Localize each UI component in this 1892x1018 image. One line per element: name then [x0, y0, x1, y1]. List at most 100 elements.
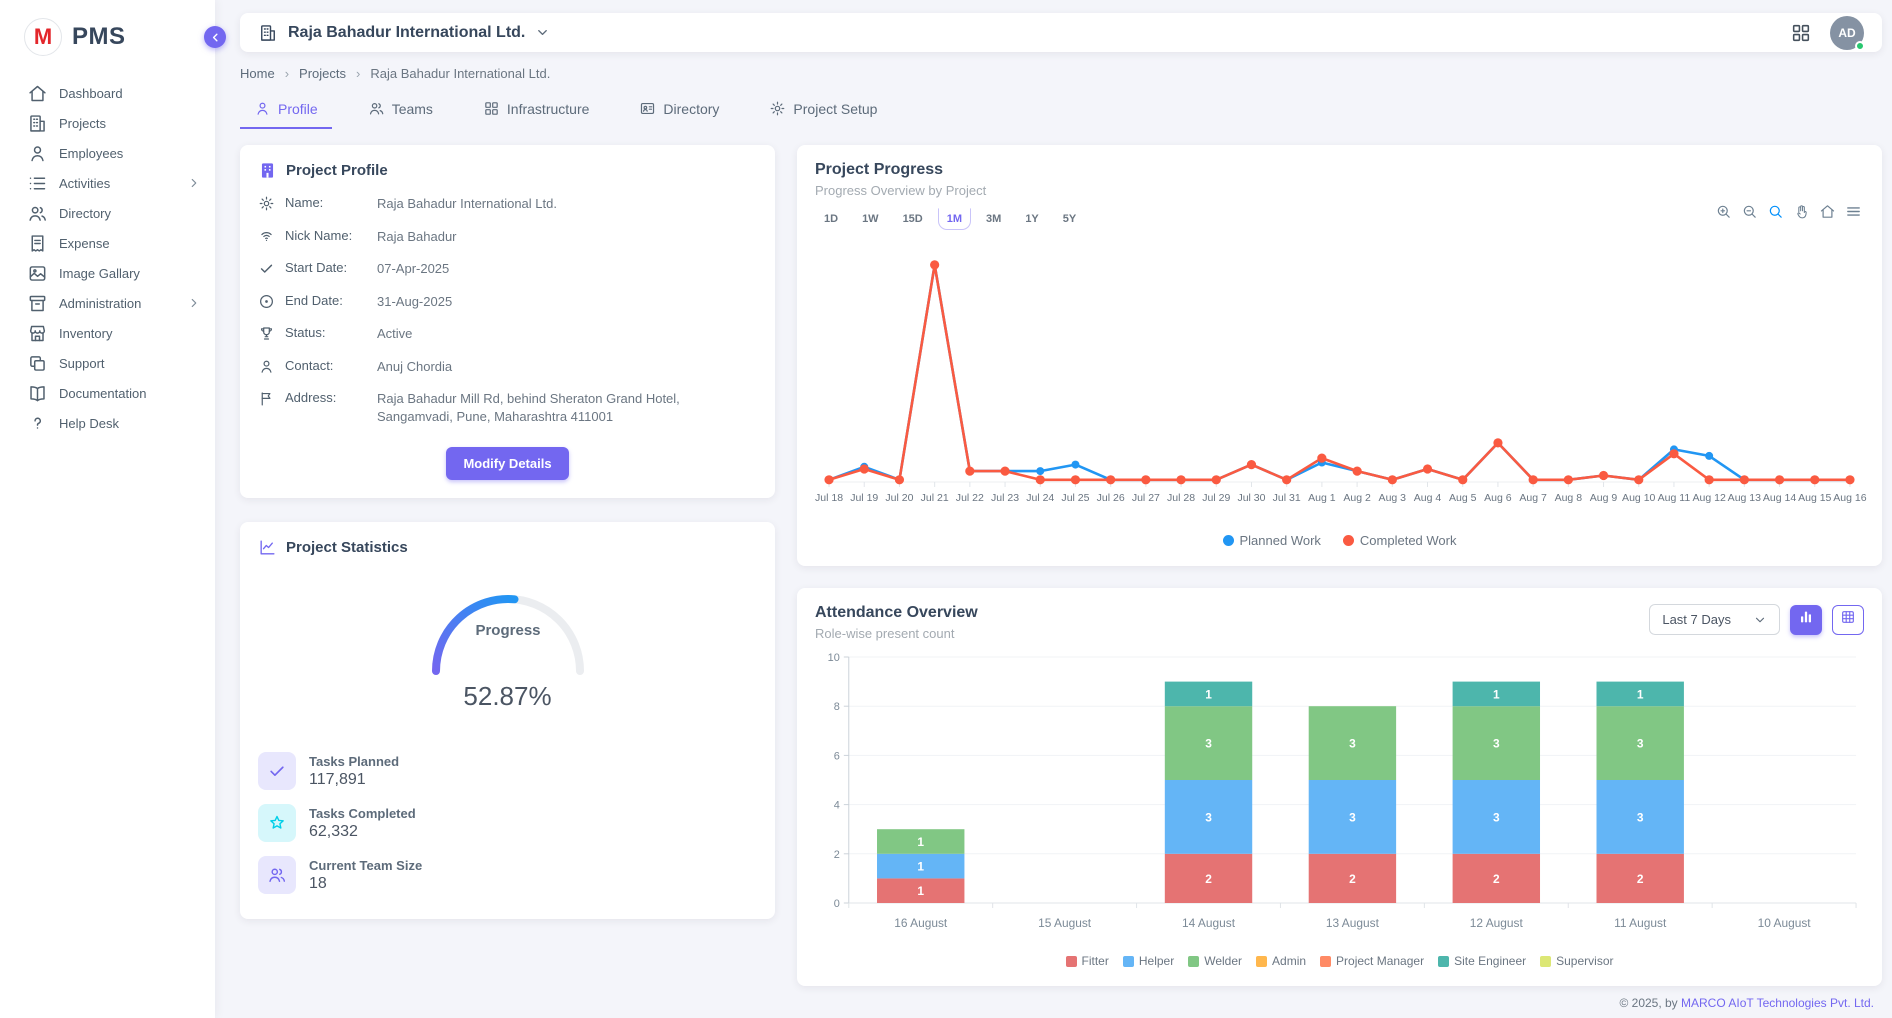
sidebar-item-activities[interactable]: Activities [0, 168, 215, 198]
svg-text:2: 2 [1637, 872, 1644, 886]
sidebar-item-support[interactable]: Support [0, 348, 215, 378]
home-icon[interactable] [1819, 203, 1836, 220]
svg-text:10 August: 10 August [1758, 916, 1812, 930]
sidebar-item-label: Directory [59, 206, 111, 221]
tab-project-setup[interactable]: Project Setup [755, 91, 891, 129]
hand-icon[interactable] [1793, 203, 1810, 220]
wifi-icon [258, 228, 275, 245]
svg-text:3: 3 [1637, 810, 1644, 824]
legend-dot [1223, 535, 1234, 546]
sidebar-item-documentation[interactable]: Documentation [0, 378, 215, 408]
breadcrumb-item[interactable]: Home [240, 66, 275, 81]
sidebar-item-image-gallary[interactable]: Image Gallary [0, 258, 215, 288]
bar-view-button[interactable] [1790, 605, 1822, 635]
attendance-controls: Last 7 Days [1649, 604, 1864, 635]
svg-text:3: 3 [1349, 737, 1356, 751]
svg-text:Progress: Progress [475, 622, 540, 639]
sidebar-item-expense[interactable]: Expense [0, 228, 215, 258]
top-header: Raja Bahadur International Ltd. AD [240, 13, 1882, 52]
svg-text:Jul 31: Jul 31 [1273, 492, 1301, 504]
circle-dot-icon [258, 293, 275, 310]
stat-value: 18 [309, 875, 422, 893]
tabs: Profile Teams Infrastructure Directory Proje… [240, 91, 1882, 129]
svg-text:Jul 23: Jul 23 [991, 492, 1019, 504]
store-icon [27, 323, 48, 344]
legend-dot [1343, 535, 1354, 546]
legend-helper[interactable]: Helper [1123, 954, 1174, 968]
table-view-button[interactable] [1832, 605, 1864, 635]
legend-site-engineer[interactable]: Site Engineer [1438, 954, 1526, 968]
sidebar-item-administration[interactable]: Administration [0, 288, 215, 318]
sidebar-item-dashboard[interactable]: Dashboard [0, 78, 215, 108]
tab-label: Infrastructure [507, 101, 589, 117]
project-progress-card: Project Progress Progress Overview by Pr… [797, 145, 1882, 566]
range-3m-button[interactable]: 3M [977, 208, 1010, 230]
company-selector[interactable]: Raja Bahadur International Ltd. [258, 23, 550, 43]
svg-text:Jul 20: Jul 20 [885, 492, 913, 504]
range-1w-button[interactable]: 1W [853, 208, 888, 230]
tab-profile[interactable]: Profile [240, 91, 332, 129]
field-value: Raja Bahadur [377, 228, 457, 246]
legend-fitter[interactable]: Fitter [1066, 954, 1109, 968]
tab-directory[interactable]: Directory [625, 91, 733, 129]
svg-text:16 August: 16 August [894, 916, 948, 930]
legend-project-manager[interactable]: Project Manager [1320, 954, 1424, 968]
svg-text:Aug 8: Aug 8 [1555, 492, 1583, 504]
tab-label: Project Setup [793, 101, 877, 117]
range-1d-button[interactable]: 1D [815, 208, 847, 230]
svg-text:Jul 24: Jul 24 [1026, 492, 1054, 504]
legend-label: Completed Work [1360, 533, 1457, 548]
project-statistics-card: Project Statistics Progress 52.87% Tasks… [240, 522, 775, 919]
legend-planned-work[interactable]: Planned Work [1223, 533, 1321, 548]
zoom-out-icon[interactable] [1741, 203, 1758, 220]
building-icon [258, 23, 278, 43]
building-badge-icon [258, 161, 277, 180]
legend-supervisor[interactable]: Supervisor [1540, 954, 1613, 968]
date-range-select[interactable]: Last 7 Days [1649, 604, 1780, 635]
sidebar-item-inventory[interactable]: Inventory [0, 318, 215, 348]
sidebar-item-employees[interactable]: Employees [0, 138, 215, 168]
sidebar-item-label: Dashboard [59, 86, 123, 101]
magnifier-icon[interactable] [1767, 203, 1784, 220]
sidebar-item-label: Projects [59, 116, 106, 131]
check-icon [267, 761, 287, 781]
bar-chart-legend: Fitter Helper Welder Admin Project Manager Si… [815, 954, 1864, 968]
range-1m-button[interactable]: 1M [938, 208, 971, 230]
sidebar-collapse-button[interactable] [204, 26, 226, 48]
apps-grid-icon[interactable] [1790, 22, 1812, 44]
legend-completed-work[interactable]: Completed Work [1343, 533, 1457, 548]
table-icon [1840, 609, 1856, 630]
legend-welder[interactable]: Welder [1188, 954, 1242, 968]
tab-infrastructure[interactable]: Infrastructure [469, 91, 603, 129]
sidebar: M PMS Dashboard Projects EmployeesActiviti… [0, 0, 215, 1018]
profile-field-address: Address:Raja Bahadur Mill Rd, behind She… [258, 390, 757, 425]
sidebar-item-projects[interactable]: Projects [0, 108, 215, 138]
tab-teams[interactable]: Teams [354, 91, 447, 129]
svg-text:2: 2 [1205, 872, 1212, 886]
sidebar-item-directory[interactable]: Directory [0, 198, 215, 228]
range-5y-button[interactable]: 5Y [1054, 208, 1085, 230]
menu-icon[interactable] [1845, 203, 1862, 220]
range-1y-button[interactable]: 1Y [1016, 208, 1047, 230]
right-column: Project Progress Progress Overview by Pr… [797, 145, 1882, 986]
modify-details-button[interactable]: Modify Details [446, 447, 568, 480]
stat-tasks-planned: Tasks Planned117,891 [258, 752, 757, 790]
legend-label: Welder [1204, 954, 1242, 968]
range-15d-button[interactable]: 15D [894, 208, 932, 230]
svg-text:Aug 6: Aug 6 [1484, 492, 1512, 504]
statistic-rows: Tasks Planned117,891Tasks Completed62,33… [258, 752, 757, 894]
users-icon [368, 100, 385, 117]
profile-field-contact: Contact:Anuj Chordia [258, 358, 757, 376]
breadcrumb-item[interactable]: Projects [299, 66, 346, 81]
legend-admin[interactable]: Admin [1256, 954, 1306, 968]
zoom-in-icon[interactable] [1715, 203, 1732, 220]
svg-text:12 August: 12 August [1470, 916, 1524, 930]
app-logo[interactable]: M PMS [0, 0, 215, 70]
online-status-dot [1855, 41, 1865, 51]
stat-label: Tasks Planned [309, 754, 399, 769]
left-column: Project Profile Name:Raja Bahadur Intern… [240, 145, 775, 919]
avatar[interactable]: AD [1830, 16, 1864, 50]
tab-label: Teams [392, 101, 433, 117]
sidebar-item-help-desk[interactable]: Help Desk [0, 408, 215, 438]
footer-link[interactable]: MARCO AIoT Technologies Pvt. Ltd. [1681, 996, 1874, 1010]
